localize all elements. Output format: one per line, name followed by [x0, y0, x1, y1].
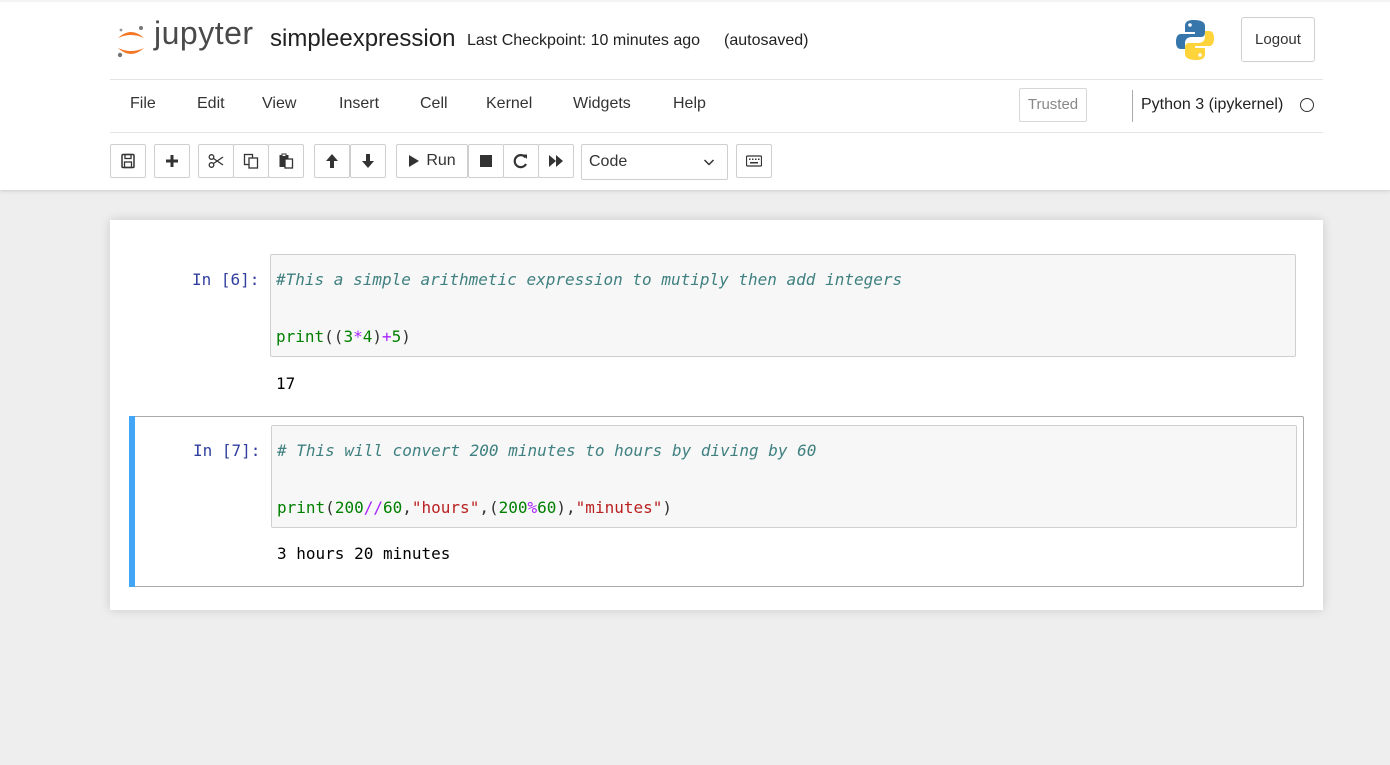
- input-prompt: In [6]:: [192, 270, 260, 289]
- code-token: "minutes": [575, 498, 663, 517]
- run-label: Run: [426, 152, 456, 169]
- restart-button[interactable]: [503, 144, 539, 178]
- checkpoint-status: Last Checkpoint: 10 minutes ago: [467, 32, 701, 49]
- menu-view[interactable]: View: [262, 95, 296, 113]
- cut-button[interactable]: [198, 144, 234, 178]
- plus-icon: [166, 155, 178, 167]
- move-down-button[interactable]: [350, 144, 386, 178]
- kernel-name[interactable]: Python 3 (ipykernel): [1141, 96, 1283, 114]
- code-line: print((3*4)+5): [276, 327, 411, 346]
- jupyter-logo-icon[interactable]: [114, 22, 148, 62]
- scissors-icon: [208, 154, 224, 168]
- arrow-up-icon: [326, 154, 338, 168]
- copy-icon: [243, 153, 259, 169]
- code-token: (: [325, 498, 335, 517]
- cell-output: 17: [276, 374, 296, 393]
- insert-cell-button[interactable]: [154, 144, 190, 178]
- code-token: ,: [402, 498, 412, 517]
- input-prompt: In [7]:: [193, 441, 261, 460]
- menu-insert[interactable]: Insert: [339, 95, 379, 113]
- code-token: 200: [334, 498, 364, 517]
- code-token: 200: [498, 498, 528, 517]
- move-up-button[interactable]: [314, 144, 350, 178]
- code-token: ,(: [479, 498, 499, 517]
- code-token: +: [382, 327, 392, 346]
- paste-button[interactable]: [268, 144, 304, 178]
- code-token: ): [401, 327, 411, 346]
- code-comment: #This a simple arithmetic expression to …: [276, 270, 903, 289]
- menubar: File Edit View Insert Cell Kernel Widget…: [110, 79, 1323, 133]
- code-token: 4: [362, 327, 373, 346]
- menu-help[interactable]: Help: [673, 95, 706, 113]
- stop-icon: [480, 155, 492, 167]
- run-icon: [409, 155, 420, 167]
- keyboard-icon: [746, 155, 762, 167]
- paste-icon: [279, 153, 294, 169]
- restart-run-all-button[interactable]: [538, 144, 574, 178]
- code-token: ): [372, 327, 382, 346]
- code-input[interactable]: # This will convert 200 minutes to hours…: [271, 425, 1297, 528]
- menu-kernel[interactable]: Kernel: [486, 95, 532, 113]
- copy-button[interactable]: [233, 144, 269, 178]
- cell-output: 3 hours 20 minutes: [277, 544, 451, 563]
- cell-type-value: Code: [589, 153, 628, 170]
- code-input[interactable]: #This a simple arithmetic expression to …: [270, 254, 1296, 357]
- code-token: 3: [343, 327, 354, 346]
- code-comment: # This will convert 200 minutes to hours…: [277, 441, 817, 460]
- code-token: print: [276, 327, 325, 346]
- arrow-down-icon: [362, 154, 374, 168]
- notebook-name[interactable]: simpleexpression: [270, 25, 455, 53]
- interrupt-button[interactable]: [468, 144, 504, 178]
- kernel-idle-icon: [1300, 98, 1314, 112]
- menu-widgets[interactable]: Widgets: [573, 95, 631, 113]
- code-token: 5: [391, 327, 402, 346]
- cell-type-select[interactable]: Code: [581, 144, 728, 180]
- fast-forward-icon: [549, 155, 563, 167]
- code-line: print(200//60,"hours",(200%60),"minutes"…: [277, 498, 672, 517]
- logout-button[interactable]: Logout: [1241, 17, 1315, 62]
- chevron-down-icon: [703, 159, 715, 166]
- command-palette-button[interactable]: [736, 144, 772, 178]
- code-token: 60: [537, 498, 557, 517]
- save-icon: [121, 153, 135, 169]
- code-token: *: [353, 327, 363, 346]
- python-logo-icon: [1176, 20, 1214, 60]
- code-token: "hours": [411, 498, 480, 517]
- code-token: 60: [382, 498, 403, 517]
- code-token: ),: [556, 498, 576, 517]
- trusted-indicator[interactable]: Trusted: [1019, 88, 1087, 122]
- code-token: print: [277, 498, 326, 517]
- jupyter-logo-text[interactable]: jupyter: [154, 15, 254, 52]
- code-token: //: [363, 498, 383, 517]
- run-button[interactable]: Run: [396, 144, 468, 178]
- notebook-header: jupyter simpleexpression Last Checkpoint…: [0, 0, 1390, 190]
- restart-icon: [513, 154, 527, 169]
- top-border: [0, 0, 1390, 2]
- notebook-container: In [6]: #This a simple arithmetic expres…: [110, 220, 1323, 610]
- code-cell-selected[interactable]: In [7]: # This will convert 200 minutes …: [129, 416, 1304, 587]
- code-token: ): [662, 498, 673, 517]
- code-token: ((: [324, 327, 344, 346]
- code-token: %: [527, 498, 538, 517]
- autosave-status: (autosaved): [724, 32, 809, 49]
- kernel-separator: [1132, 90, 1133, 122]
- menu-edit[interactable]: Edit: [197, 95, 225, 113]
- selected-cell-indicator: [129, 416, 135, 587]
- save-button[interactable]: [110, 144, 146, 178]
- menu-file[interactable]: File: [130, 95, 156, 113]
- menu-cell[interactable]: Cell: [420, 95, 448, 113]
